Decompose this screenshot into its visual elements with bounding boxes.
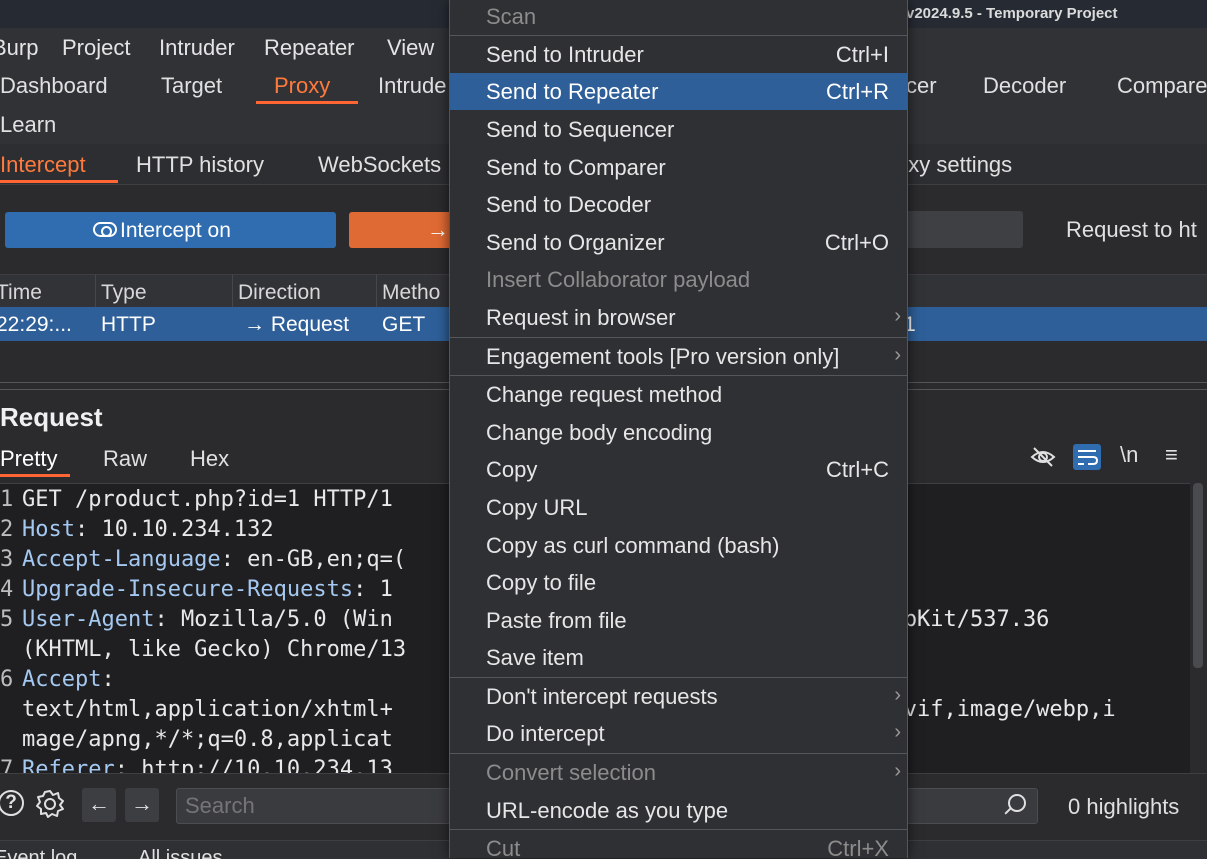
menu-item-url-encode-as-you-type[interactable]: URL-encode as you type [450,792,907,829]
tab-proxy[interactable]: Proxy [274,73,330,99]
menu-view[interactable]: View [387,35,434,61]
menu-item-send-to-decoder[interactable]: Send to Decoder [450,186,907,223]
menu-item-dont-intercept-requests[interactable]: Don't intercept requests › [450,678,907,715]
chevron-right-icon: › [894,305,901,327]
menu-item-send-to-sequencer[interactable]: Send to Sequencer [450,111,907,148]
code-line: 1 GET /product.php?id=1 HTTP/1 [0,487,393,512]
menu-item-engagement-tools[interactable]: Engagement tools [Pro version only] › [450,338,907,375]
request-to-label: Request to ht [1066,217,1197,242]
menu-item-change-body-encoding[interactable]: Change body encoding [450,414,907,451]
code-line: 4 Upgrade-Insecure-Requests: 1 [0,577,393,602]
tab-sequencer[interactable]: cer [906,73,937,99]
column-time[interactable]: Time [0,281,42,305]
menu-item-copy-url[interactable]: Copy URL [450,489,907,526]
word-wrap-icon[interactable] [1073,444,1101,470]
search-icon [1008,794,1026,812]
menu-item-send-to-intruder[interactable]: Send to Intruder Ctrl+I [450,36,907,73]
cell-direction: → Request [244,313,350,336]
code-line: 5 User-Agent: Mozilla/5.0 (Win eWebKit/537… [0,607,1050,632]
event-log-link[interactable]: Event log [0,847,77,859]
eye-icon [93,222,117,237]
tab-intruder[interactable]: Intrude [378,73,447,99]
column-separator [232,275,233,307]
gear-icon[interactable] [34,788,66,820]
tab-intercept-underline [0,180,118,183]
menu-item-request-in-browser[interactable]: Request in browser › [450,299,907,336]
tab-comparer[interactable]: Compare [1117,73,1207,99]
window-title: v2024.9.5 - Temporary Project [906,5,1118,22]
cell-time: 22:29:... [0,313,72,336]
menu-item-change-request-method[interactable]: Change request method [450,376,907,413]
tab-dashboard[interactable]: Dashboard [0,73,108,99]
menu-intruder[interactable]: Intruder [159,35,235,61]
tab-intercept[interactable]: Intercept [0,152,86,178]
menu-item-send-to-organizer[interactable]: Send to Organizer Ctrl+O [450,224,907,261]
previous-match-button[interactable]: ← [82,788,116,822]
menu-repeater[interactable]: Repeater [264,35,355,61]
column-separator [376,275,377,307]
chevron-right-icon: › [894,344,901,366]
code-line: 3 Accept-Language: en-GB,en;q=( [0,547,407,572]
newline-toggle-icon[interactable]: \n [1120,442,1138,468]
code-line: 6 Accept: [0,667,115,692]
tab-target[interactable]: Target [161,73,222,99]
all-issues-link[interactable]: All issues [138,847,222,859]
code-line: 2 Host: 10.10.234.132 [0,517,274,542]
next-match-button[interactable]: → [125,788,159,822]
code-line: (KHTML, like Gecko) Chrome/13 [22,637,407,662]
editor-tools: \n ≡ [1020,442,1200,472]
tab-pretty-underline [0,474,70,477]
menu-item-copy-to-file[interactable]: Copy to file [450,564,907,601]
menu-item-save-item[interactable]: Save item [450,639,907,676]
tab-decoder[interactable]: Decoder [983,73,1066,99]
menu-item-cut: Cut Ctrl+X [486,836,889,858]
menu-item-insert-collaborator-payload: Insert Collaborator payload [486,267,751,292]
menu-burp[interactable]: Burp [0,35,38,61]
menu-item-copy[interactable]: Copy Ctrl+C [450,451,907,488]
filter-box[interactable] [895,211,1023,248]
hide-eye-icon[interactable] [1030,445,1056,469]
menu-project[interactable]: Project [62,35,130,61]
tab-learn[interactable]: Learn [0,112,56,138]
cell-method: GET [382,313,426,336]
request-title: Request [0,402,103,432]
editor-scrollbar[interactable] [1193,483,1203,668]
code-line: 7 Referer: http://10.10.234.13 [0,757,393,774]
menu-item-scan: Scan [486,4,537,29]
tab-proxy-underline [256,101,358,104]
tab-hex[interactable]: Hex [190,446,229,472]
tab-websockets[interactable]: WebSockets [318,152,441,178]
forward-button[interactable]: → [349,212,459,248]
tab-proxy-settings[interactable]: oxy settings [896,152,1012,178]
menu-item-do-intercept[interactable]: Do intercept › [450,715,907,752]
tab-raw[interactable]: Raw [103,446,147,472]
menu-item-convert-selection: Convert selection › [486,760,901,785]
tab-pretty[interactable]: Pretty [0,446,57,472]
code-line: text/html,application/xhtml+ e/avif,image… [22,697,1116,722]
intercept-label: Intercept on [120,219,231,242]
chevron-right-icon: › [894,684,901,706]
menu-item-paste-from-file[interactable]: Paste from file [450,602,907,639]
menu-item-send-to-comparer[interactable]: Send to Comparer [450,149,907,186]
menu-icon[interactable]: ≡ [1165,442,1178,468]
menu-item-copy-as-curl[interactable]: Copy as curl command (bash) [450,527,907,564]
forward-arrow-icon: → [427,217,449,242]
column-direction[interactable]: Direction [238,281,321,305]
menu-item-send-to-repeater[interactable]: Send to Repeater Ctrl+R [450,73,907,110]
highlights-count: 0 highlights [1068,794,1180,819]
chevron-right-icon: › [894,721,901,743]
code-line: mage/apng,*/*;q=0.8,applicat [22,727,393,752]
column-method[interactable]: Metho [382,281,440,305]
tab-http-history[interactable]: HTTP history [136,152,264,178]
cell-type: HTTP [101,313,156,336]
context-menu: Scan Send to Intruder Ctrl+I Send to Repe… [449,0,908,858]
intercept-toggle-button[interactable]: Intercept on [5,212,336,248]
help-icon[interactable]: ? [0,790,24,816]
chevron-right-icon: › [894,760,901,782]
column-type[interactable]: Type [101,281,147,305]
column-separator [95,275,96,307]
